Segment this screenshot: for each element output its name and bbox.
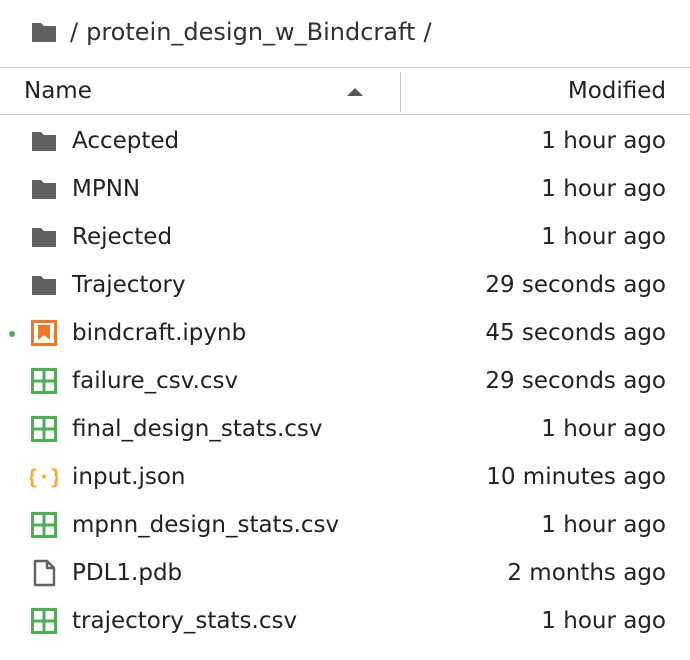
- file-modified: 29 seconds ago: [485, 272, 666, 298]
- file-name: bindcraft.ipynb: [72, 320, 247, 346]
- file-modified: 1 hour ago: [541, 224, 666, 250]
- spreadsheet-icon: [30, 511, 58, 539]
- json-icon: {·}: [30, 463, 58, 491]
- svg-text:{·}: {·}: [30, 465, 58, 489]
- file-modified: 1 hour ago: [541, 128, 666, 154]
- folder-icon: [30, 175, 58, 203]
- running-indicator-dot: [9, 331, 15, 337]
- file-name: Accepted: [72, 128, 180, 154]
- file-name: mpnn_design_stats.csv: [72, 512, 340, 538]
- breadcrumb: / protein_design_w_Bindcraft /: [30, 13, 432, 51]
- file-row[interactable]: Accepted 1 hour ago: [0, 117, 690, 165]
- spreadsheet-icon: [30, 607, 58, 635]
- breadcrumb-separator: /: [70, 18, 79, 46]
- file-name: failure_csv.csv: [72, 368, 239, 394]
- folder-icon[interactable]: [30, 20, 58, 44]
- file-name: MPNN: [72, 176, 141, 202]
- folder-icon: [30, 127, 58, 155]
- file-modified: 2 months ago: [507, 560, 666, 586]
- file-name: trajectory_stats.csv: [72, 608, 298, 634]
- name-column-header[interactable]: Name: [24, 68, 92, 114]
- file-modified: 1 hour ago: [541, 512, 666, 538]
- file-row[interactable]: Rejected 1 hour ago: [0, 213, 690, 261]
- folder-icon: [30, 271, 58, 299]
- file-modified: 29 seconds ago: [485, 368, 666, 394]
- file-row[interactable]: Trajectory 29 seconds ago: [0, 261, 690, 309]
- file-modified: 1 hour ago: [541, 176, 666, 202]
- spreadsheet-icon: [30, 415, 58, 443]
- file-row[interactable]: bindcraft.ipynb 45 seconds ago: [0, 309, 690, 357]
- file-name: Rejected: [72, 224, 173, 250]
- file-name: PDL1.pdb: [72, 560, 183, 586]
- breadcrumb-separator-trailing: /: [423, 18, 432, 46]
- folder-icon: [30, 223, 58, 251]
- spreadsheet-icon: [30, 367, 58, 395]
- file-modified: 45 seconds ago: [485, 320, 666, 346]
- file-modified: 1 hour ago: [541, 416, 666, 442]
- file-list-header: Name Modified: [0, 67, 690, 115]
- file-name: input.json: [72, 464, 186, 490]
- file-modified: 1 hour ago: [541, 608, 666, 634]
- file-name: final_design_stats.csv: [72, 416, 323, 442]
- notebook-icon: [30, 319, 58, 347]
- file-row[interactable]: mpnn_design_stats.csv 1 hour ago: [0, 501, 690, 549]
- file-icon: [30, 559, 58, 587]
- column-resize-handle[interactable]: [400, 72, 401, 112]
- file-row[interactable]: failure_csv.csv 29 seconds ago: [0, 357, 690, 405]
- sort-ascending-icon[interactable]: [347, 88, 363, 96]
- file-modified: 10 minutes ago: [486, 464, 666, 490]
- file-row[interactable]: {·} input.json 10 minutes ago: [0, 453, 690, 501]
- file-list: Accepted 1 hour ago MPNN 1 hour ago Rejected…: [0, 117, 690, 645]
- breadcrumb-current-folder[interactable]: protein_design_w_Bindcraft: [86, 18, 415, 46]
- modified-column-header[interactable]: Modified: [568, 68, 666, 114]
- file-row[interactable]: trajectory_stats.csv 1 hour ago: [0, 597, 690, 645]
- file-row[interactable]: PDL1.pdb 2 months ago: [0, 549, 690, 597]
- file-row[interactable]: final_design_stats.csv 1 hour ago: [0, 405, 690, 453]
- file-row[interactable]: MPNN 1 hour ago: [0, 165, 690, 213]
- file-name: Trajectory: [72, 272, 186, 298]
